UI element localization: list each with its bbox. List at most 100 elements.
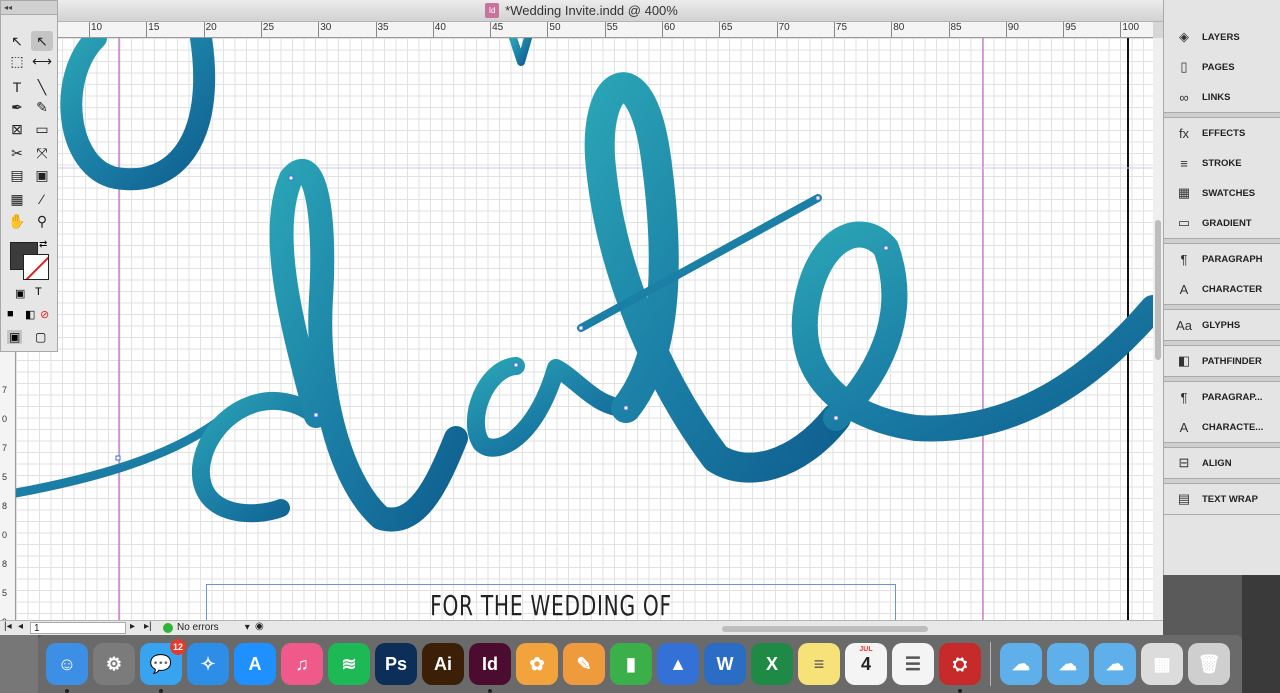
- panel-item-swatches[interactable]: ▦ SWATCHES: [1164, 178, 1280, 208]
- last-page-icon[interactable]: ▸|: [144, 621, 152, 632]
- normal-view-icon[interactable]: ▣: [7, 330, 23, 344]
- pages-icon: ▯: [1180, 59, 1188, 74]
- dock-icloud-drive-folder-2-icon[interactable]: ☁: [1047, 643, 1089, 685]
- dock-app-store-icon[interactable]: A: [234, 643, 276, 685]
- dock-trash-icon[interactable]: 🗑: [1188, 643, 1230, 685]
- swap-fill-stroke-icon[interactable]: ⇄: [39, 239, 47, 250]
- text-frame[interactable]: FOR THE WEDDING OF: [206, 584, 896, 620]
- dock-glyph: 4: [860, 653, 871, 674]
- direct-selection-tool-icon[interactable]: ↖: [31, 31, 53, 51]
- frame-text[interactable]: FOR THE WEDDING OF: [303, 589, 798, 620]
- gap-tool-icon[interactable]: ⟷: [31, 51, 53, 71]
- rectangle-frame-tool-icon[interactable]: ⊠: [6, 119, 28, 139]
- panel-dock-header[interactable]: [1164, 0, 1280, 22]
- dock-keynote-icon[interactable]: ▲: [657, 643, 699, 685]
- page-number-field[interactable]: 1: [30, 622, 126, 634]
- vertical-scrollbar[interactable]: [1153, 38, 1163, 620]
- preview-mode-icon[interactable]: ▢: [35, 330, 46, 344]
- free-transform-tool-icon[interactable]: ⤧: [31, 143, 53, 163]
- dock-calendar-icon[interactable]: JUL 4: [845, 643, 887, 685]
- ruler-tick-label: 60: [661, 22, 676, 37]
- dock-icloud-drive-folder-3-icon[interactable]: ☁: [1094, 643, 1136, 685]
- panel-item-effects[interactable]: fx EFFECTS: [1164, 118, 1280, 148]
- panel-item-layers[interactable]: ◈ LAYERS: [1164, 22, 1280, 52]
- ruler-tick-label: 8: [2, 501, 8, 511]
- preflight-status[interactable]: No errors ▾: [163, 622, 250, 633]
- panel-item-character[interactable]: A CHARACTER: [1164, 274, 1280, 304]
- panel-item-glyphs[interactable]: Aa GLYPHS: [1164, 310, 1280, 340]
- dock-spotify-icon[interactable]: ≋: [328, 643, 370, 685]
- dock-illustrator-icon[interactable]: Ai: [422, 643, 464, 685]
- panel-item-paragrap[interactable]: ¶ PARAGRAP...: [1164, 382, 1280, 412]
- dock-icloud-drive-folder-1-icon[interactable]: ☁: [1000, 643, 1042, 685]
- dock-acrobat-icon[interactable]: ⛭: [939, 643, 981, 693]
- previous-page-icon[interactable]: ◂: [18, 621, 23, 632]
- format-container-icon[interactable]: ▣: [15, 287, 25, 300]
- dock-glyph: ☁: [1012, 653, 1030, 674]
- type-tool-icon[interactable]: T: [6, 77, 28, 97]
- dock-excel-icon[interactable]: X: [751, 643, 793, 685]
- dock-messages-icon[interactable]: 💬 12: [140, 639, 186, 693]
- scissors-tool-icon[interactable]: ✂: [6, 143, 28, 163]
- panel-item-stroke[interactable]: ≡ STROKE: [1164, 148, 1280, 178]
- panel-item-align[interactable]: ⊟ ALIGN: [1164, 448, 1280, 478]
- zoom-tool-icon[interactable]: ⚲: [31, 211, 53, 231]
- horizontal-scroll-thumb[interactable]: [722, 626, 928, 632]
- apply-gradient-icon[interactable]: ◧: [25, 308, 35, 321]
- dock-itunes-icon[interactable]: ♫: [281, 643, 323, 685]
- panel-item-paragraph[interactable]: ¶ PARAGRAPH: [1164, 244, 1280, 274]
- dock-indesign-icon[interactable]: Id: [469, 643, 511, 693]
- document-canvas[interactable]: FOR THE WEDDING OF: [16, 38, 1153, 620]
- panel-item-links[interactable]: ∞ LINKS: [1164, 82, 1280, 112]
- dock-notes-icon[interactable]: ≡: [798, 643, 840, 685]
- selection-tool-icon[interactable]: ↖: [6, 31, 28, 51]
- stroke-swatch[interactable]: [23, 254, 49, 280]
- dock-safari-icon[interactable]: ✧: [187, 643, 229, 685]
- dock-photoshop-icon[interactable]: Ps: [375, 643, 417, 685]
- dock-word-icon[interactable]: W: [704, 643, 746, 685]
- content-collector-tool-icon[interactable]: ▣: [31, 165, 53, 185]
- dock-numbers-icon[interactable]: ▮: [610, 643, 652, 685]
- panel-item-pathfinder[interactable]: ◧ PATHFINDER: [1164, 346, 1280, 376]
- dock-photos-icon[interactable]: ✿: [516, 643, 558, 685]
- vertical-scroll-thumb[interactable]: [1155, 220, 1161, 360]
- ruler-tick-label: 7: [2, 385, 8, 395]
- first-page-icon[interactable]: |◂: [4, 621, 12, 632]
- ruler-tick-label: 95: [1063, 22, 1077, 37]
- hand-tool-icon[interactable]: ✋: [6, 211, 28, 231]
- apply-none-icon[interactable]: ⊘: [40, 308, 49, 321]
- dock-glyph: 🗑: [1197, 653, 1221, 674]
- pencil-tool-icon[interactable]: ✎: [31, 97, 53, 117]
- pen-tool-icon[interactable]: ✒: [6, 97, 28, 117]
- panel-item-text-wrap[interactable]: ▤ TEXT WRAP: [1164, 484, 1280, 514]
- running-indicator: [159, 689, 163, 693]
- rectangle-tool-icon[interactable]: ▭: [31, 119, 53, 139]
- eyedropper-tool-icon[interactable]: ⁄: [31, 189, 53, 209]
- apply-color-icon[interactable]: ■: [7, 308, 14, 320]
- title-bar[interactable]: Id *Wedding Invite.indd @ 400%: [0, 0, 1163, 22]
- panel-item-gradient[interactable]: ▭ GRADIENT: [1164, 208, 1280, 238]
- chevron-down-icon[interactable]: ▾: [245, 622, 250, 633]
- tools-panel-header[interactable]: ◂◂: [1, 1, 57, 15]
- gradient-swatch-tool-icon[interactable]: ▤: [6, 165, 28, 185]
- panel-item-pages[interactable]: ▯ PAGES: [1164, 52, 1280, 82]
- dock-reminders-icon[interactable]: ☰: [892, 643, 934, 685]
- dock-glyph: ▲: [669, 653, 687, 674]
- dock-downloads-stack-icon[interactable]: ▦: [1141, 643, 1183, 685]
- line-tool-icon[interactable]: ╲: [31, 77, 53, 97]
- dock-pages-icon[interactable]: ✎: [563, 643, 605, 685]
- vertical-ruler[interactable]: 707580859: [0, 352, 16, 627]
- dock-finder-icon[interactable]: ☺: [46, 643, 88, 693]
- paragrap-icon: ¶: [1180, 389, 1188, 405]
- preflight-panel-icon[interactable]: ◉: [255, 621, 264, 632]
- panel-item-characte[interactable]: A CHARACTE...: [1164, 412, 1280, 442]
- dock-system-preferences-icon[interactable]: ⚙: [93, 643, 135, 685]
- panel-item-label: LINKS: [1202, 91, 1231, 103]
- horizontal-ruler[interactable]: 10 15 20 25 30 35 40 45 50 55 60 65 70 75 80 85 90 95 100: [58, 22, 1153, 38]
- tools-panel: ◂◂ ↖ ↖ ⬚ ⟷ T ╲ ✒ ✎ ⊠ ▭ ✂ ⤧ ▤ ▣ ▦ ⁄ ✋ ⚲ ⇄ ▣ T ■ ◧ ⊘ ▣ ▢: [0, 0, 58, 352]
- script-lettering[interactable]: [16, 38, 1153, 620]
- next-page-icon[interactable]: ▸: [130, 621, 135, 632]
- page-tool-icon[interactable]: ⬚: [6, 51, 28, 71]
- format-text-icon[interactable]: T: [35, 286, 42, 298]
- note-tool-icon[interactable]: ▦: [6, 189, 28, 209]
